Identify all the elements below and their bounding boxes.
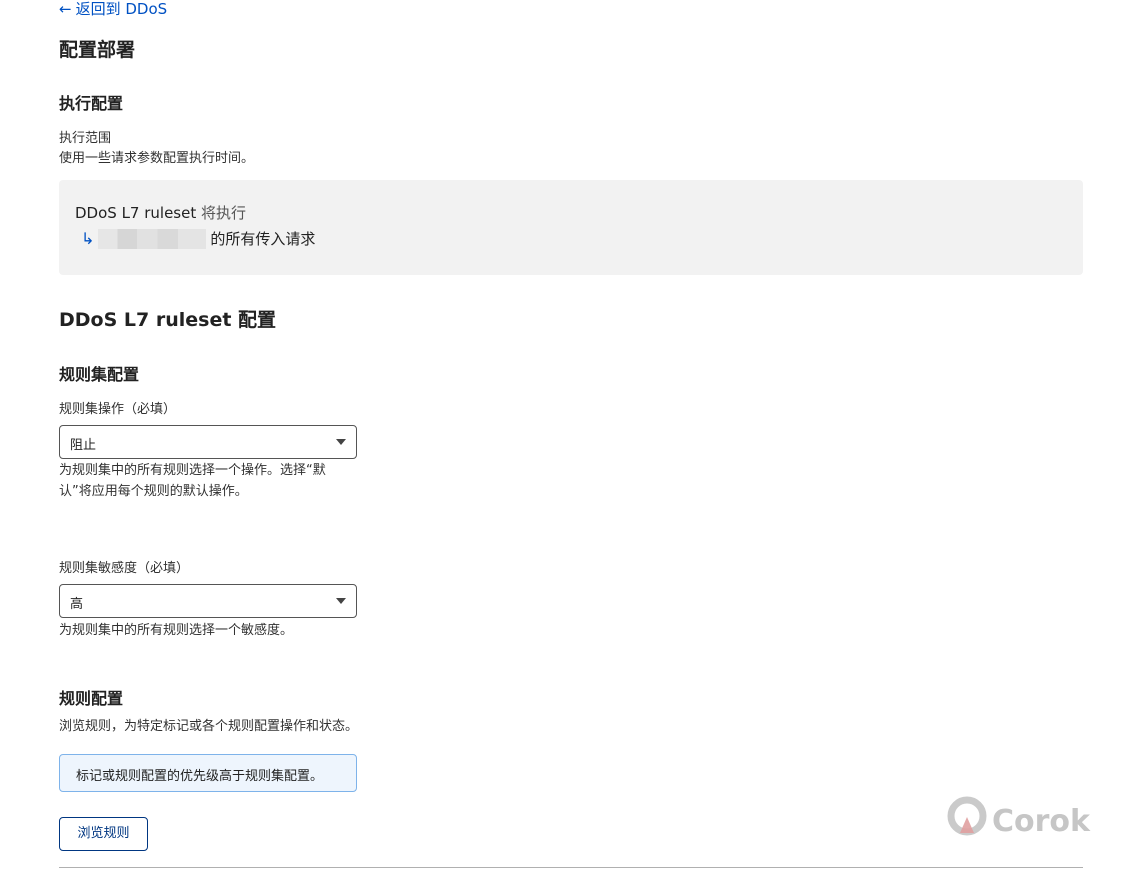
- action-select[interactable]: 阻止: [59, 425, 357, 459]
- sensitivity-select[interactable]: 高: [59, 584, 357, 618]
- scope-description: 使用一些请求参数配置执行时间。: [59, 151, 255, 166]
- scope-target-suffix: 的所有传入请求: [210, 230, 316, 248]
- ruleset-section-title: DDoS L7 ruleset 配置: [59, 309, 277, 331]
- corok-watermark-logo: Corok: [947, 796, 1091, 839]
- back-link-label: 返回到 DDoS: [75, 0, 168, 18]
- ruleset-config-heading: 规则集配置: [59, 365, 140, 384]
- priority-info-notice: 标记或规则配置的优先级高于规则集配置。: [59, 754, 357, 792]
- browse-rules-button[interactable]: 浏览规则: [59, 817, 148, 851]
- sensitivity-help: 为规则集中的所有规则选择一个敏感度。: [59, 623, 294, 638]
- redacted-hostname: [98, 228, 207, 249]
- action-help: 为规则集中的所有规则选择一个操作。选择“默认”将应用每个规则的默认操作。: [59, 463, 326, 499]
- scope-summary-box: DDoS L7 ruleset 将执行 ↳ 的所有传入请求: [59, 180, 1083, 275]
- rule-config-description: 浏览规则，为特定标记或各个规则配置操作和状态。: [59, 719, 359, 734]
- watermark-text: Corok: [992, 804, 1091, 839]
- sensitivity-label: 规则集敏感度（必填）: [59, 561, 190, 576]
- action-select-value: 阻止: [70, 438, 97, 453]
- execution-heading: 执行配置: [59, 94, 124, 113]
- caret-down-icon: [336, 598, 346, 604]
- arrow-left-icon: ←: [59, 0, 72, 18]
- rule-config-heading: 规则配置: [59, 689, 124, 708]
- page-title: 配置部署: [59, 39, 136, 61]
- back-to-ddos-link[interactable]: ← 返回到 DDoS: [59, 0, 167, 18]
- sensitivity-select-value: 高: [70, 597, 84, 612]
- section-divider: [59, 867, 1083, 868]
- scope-line-target: ↳ 的所有传入请求: [81, 228, 315, 249]
- scope-ruleset-name: DDoS L7 ruleset: [75, 204, 197, 222]
- caret-down-icon: [336, 439, 346, 445]
- scope-verb: 将执行: [201, 204, 247, 222]
- page: ← 返回到 DDoS 配置部署 执行配置 执行范围 使用一些请求参数配置执行时间。…: [0, 0, 1147, 884]
- action-label: 规则集操作（必填）: [59, 402, 177, 417]
- scope-line-ruleset: DDoS L7 ruleset 将执行: [75, 202, 246, 223]
- scope-label: 执行范围: [59, 131, 112, 146]
- branch-arrow-icon: ↳: [81, 228, 95, 248]
